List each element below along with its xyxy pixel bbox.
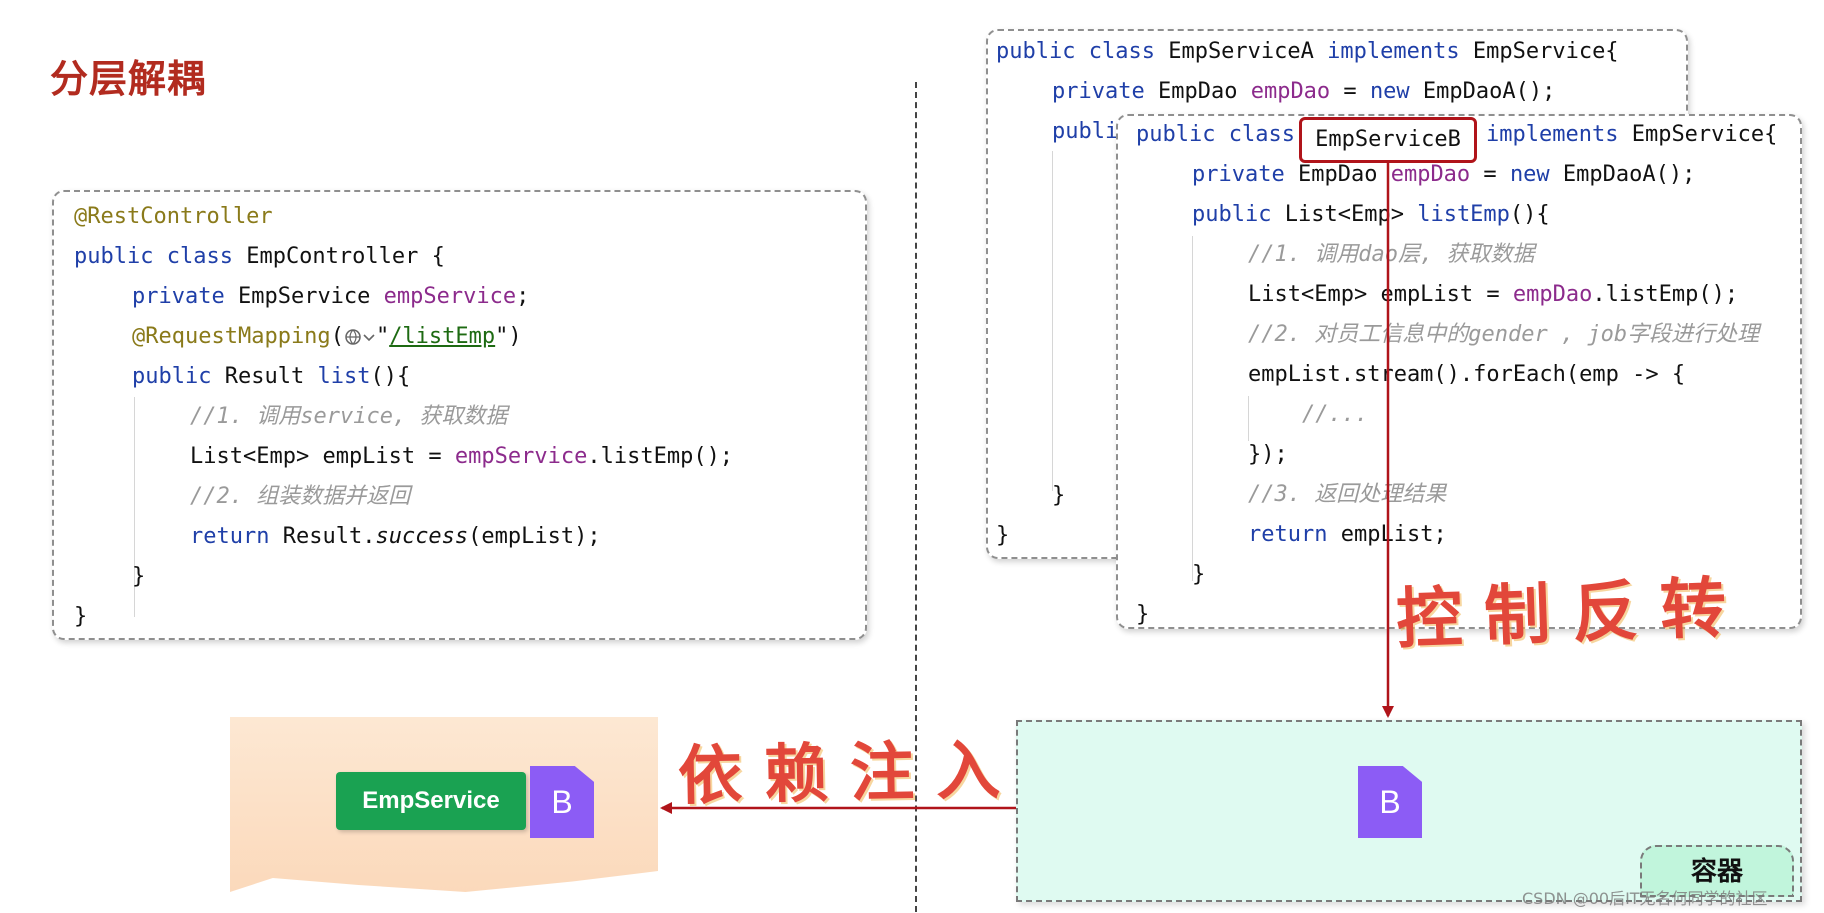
empservice-tag: EmpService: [336, 772, 526, 830]
indent-guide: [1192, 236, 1193, 581]
code-line: return empList;: [1248, 522, 1447, 547]
code-line: //2. 对员工信息中的gender , job字段进行处理: [1248, 322, 1760, 347]
injected-bean-icon: B: [530, 766, 594, 838]
watermark: CSDN @00后IT无名何同学的社区: [1522, 889, 1768, 908]
service-b-code-card: public class implements EmpService{ priv…: [1116, 114, 1802, 629]
code-line: public class EmpController {: [74, 244, 445, 269]
highlighted-class-name: EmpServiceB: [1299, 117, 1477, 163]
code-line: return Result.success(empList);: [190, 524, 601, 549]
ioc-label: 控制反转: [1394, 567, 1750, 659]
code-line: }: [1136, 602, 1150, 627]
code-line: implements EmpService{: [1486, 122, 1778, 147]
slide-title: 分层解耦: [50, 57, 207, 101]
container-bean-icon: B: [1358, 766, 1422, 838]
code-line: List<Emp> empList = empService.listEmp()…: [190, 444, 734, 469]
code-line: private EmpDao empDao = new EmpDaoA();: [1192, 162, 1696, 187]
code-line: //2. 组装数据并返回: [190, 484, 411, 509]
code-line: }: [996, 523, 1010, 548]
code-line: empList.stream().forEach(emp -> {: [1248, 362, 1686, 387]
code-line: });: [1248, 442, 1288, 467]
code-line: publi: [1052, 119, 1119, 144]
di-label: 依赖注入: [677, 733, 1023, 814]
code-line: private EmpService empService;: [132, 284, 530, 309]
code-line: }: [132, 564, 146, 589]
globe-icon: [345, 329, 361, 345]
code-line: public List<Emp> listEmp(){: [1192, 202, 1550, 227]
code-line: public class: [1136, 122, 1295, 147]
code-line: @RequestMapping("/listEmp"): [132, 324, 522, 349]
code-line: //1. 调用dao层, 获取数据: [1248, 242, 1535, 267]
code-line: //...: [1302, 402, 1369, 427]
code-line: public class EmpServiceA implements EmpS…: [996, 39, 1619, 64]
code-line: }: [1052, 483, 1066, 508]
code-line: List<Emp> empList = empDao.listEmp();: [1248, 282, 1739, 307]
indent-guide: [1248, 396, 1249, 441]
code-line: @RestController: [74, 204, 273, 229]
controller-code-card: @RestController public class EmpControll…: [52, 190, 867, 640]
code-line: //3. 返回处理结果: [1248, 482, 1447, 507]
chevron-down-icon: [363, 334, 375, 342]
code-line: }: [1192, 562, 1206, 587]
code-line: //1. 调用service, 获取数据: [190, 404, 508, 429]
code-line: }: [74, 604, 88, 629]
code-line: public Result list(){: [132, 364, 411, 389]
code-line: private EmpDao empDao = new EmpDaoA();: [1052, 79, 1556, 104]
indent-guide: [1052, 151, 1053, 491]
